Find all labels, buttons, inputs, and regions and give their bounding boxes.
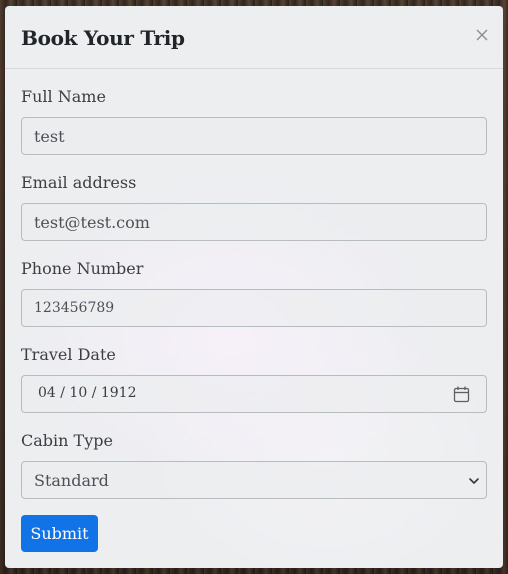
- email-label: Email address: [21, 173, 137, 192]
- cabin-type-label: Cabin Type: [21, 431, 113, 450]
- close-button[interactable]: [471, 24, 493, 46]
- phone-label: Phone Number: [21, 259, 144, 278]
- cabin-type-select[interactable]: Standard: [21, 461, 487, 499]
- calendar-icon[interactable]: [453, 386, 470, 403]
- phone-input[interactable]: 123456789: [21, 289, 487, 327]
- travel-date-label: Travel Date: [21, 345, 116, 364]
- close-icon: [476, 29, 488, 41]
- email-input[interactable]: test@test.com: [21, 203, 487, 241]
- full-name-input[interactable]: test: [21, 117, 487, 155]
- phone-value: 123456789: [34, 300, 115, 316]
- full-name-label: Full Name: [21, 87, 106, 106]
- modal-title: Book Your Trip: [21, 26, 185, 50]
- modal-header: Book Your Trip: [5, 6, 503, 69]
- booking-modal: Book Your Trip Full Name test Email addr…: [5, 6, 503, 568]
- chevron-down-icon: [469, 478, 479, 484]
- submit-button[interactable]: Submit: [21, 515, 98, 552]
- cabin-type-value: Standard: [34, 470, 109, 490]
- full-name-value: test: [34, 126, 65, 146]
- email-value: test@test.com: [34, 212, 150, 232]
- travel-date-value: 04 / 10 / 1912: [38, 385, 137, 401]
- travel-date-input[interactable]: 04 / 10 / 1912: [21, 375, 487, 413]
